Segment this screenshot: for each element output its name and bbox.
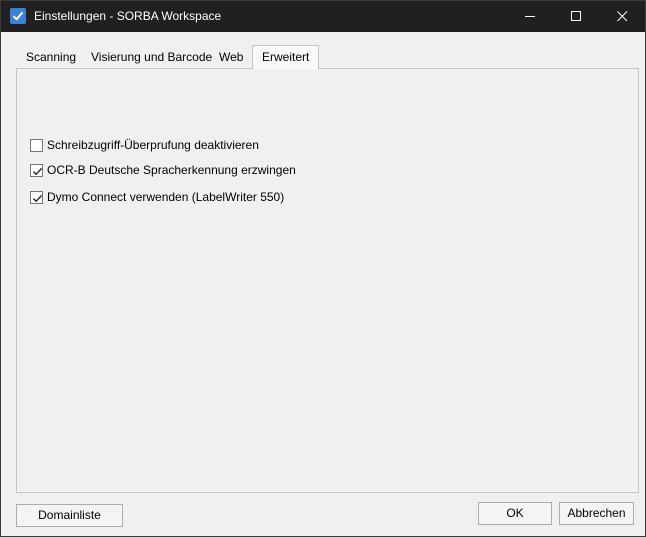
checkmark-icon [33, 167, 43, 176]
domainliste-button[interactable]: Domainliste [16, 504, 123, 527]
dymo-connect-checkbox[interactable] [30, 191, 43, 204]
tab-panel-erweitert: Schreibzugriff-Überprufung deaktivieren … [16, 68, 639, 493]
option-label: OCR-B Deutsche Spracherkennung erzwingen [47, 163, 296, 177]
app-check-icon [10, 8, 26, 24]
tab-erweitert[interactable]: Erweitert [252, 45, 320, 69]
close-icon [617, 11, 628, 22]
tab-visierung-und-barcode[interactable]: Visierung und Barcode [82, 47, 221, 68]
schreibzugriff-checkbox[interactable] [30, 139, 43, 152]
checkmark-icon [33, 194, 43, 203]
option-label: Schreibzugriff-Überprufung deaktivieren [47, 138, 259, 152]
tab-web[interactable]: Web [210, 47, 252, 68]
window-title: Einstellungen - SORBA Workspace [34, 9, 222, 23]
close-button[interactable] [599, 1, 645, 32]
maximize-icon [571, 11, 581, 21]
tab-scanning[interactable]: Scanning [17, 47, 85, 68]
option-label: Dymo Connect verwenden (LabelWriter 550) [47, 190, 285, 204]
maximize-button[interactable] [553, 1, 599, 32]
minimize-icon [525, 16, 535, 17]
settings-dialog: Einstellungen - SORBA Workspace Scanning… [0, 0, 646, 537]
ocr-b-checkbox[interactable] [30, 164, 43, 177]
minimize-button[interactable] [507, 1, 553, 32]
ok-button[interactable]: OK [478, 502, 552, 525]
title-bar[interactable]: Einstellungen - SORBA Workspace [1, 1, 645, 32]
cancel-button[interactable]: Abbrechen [559, 502, 634, 525]
